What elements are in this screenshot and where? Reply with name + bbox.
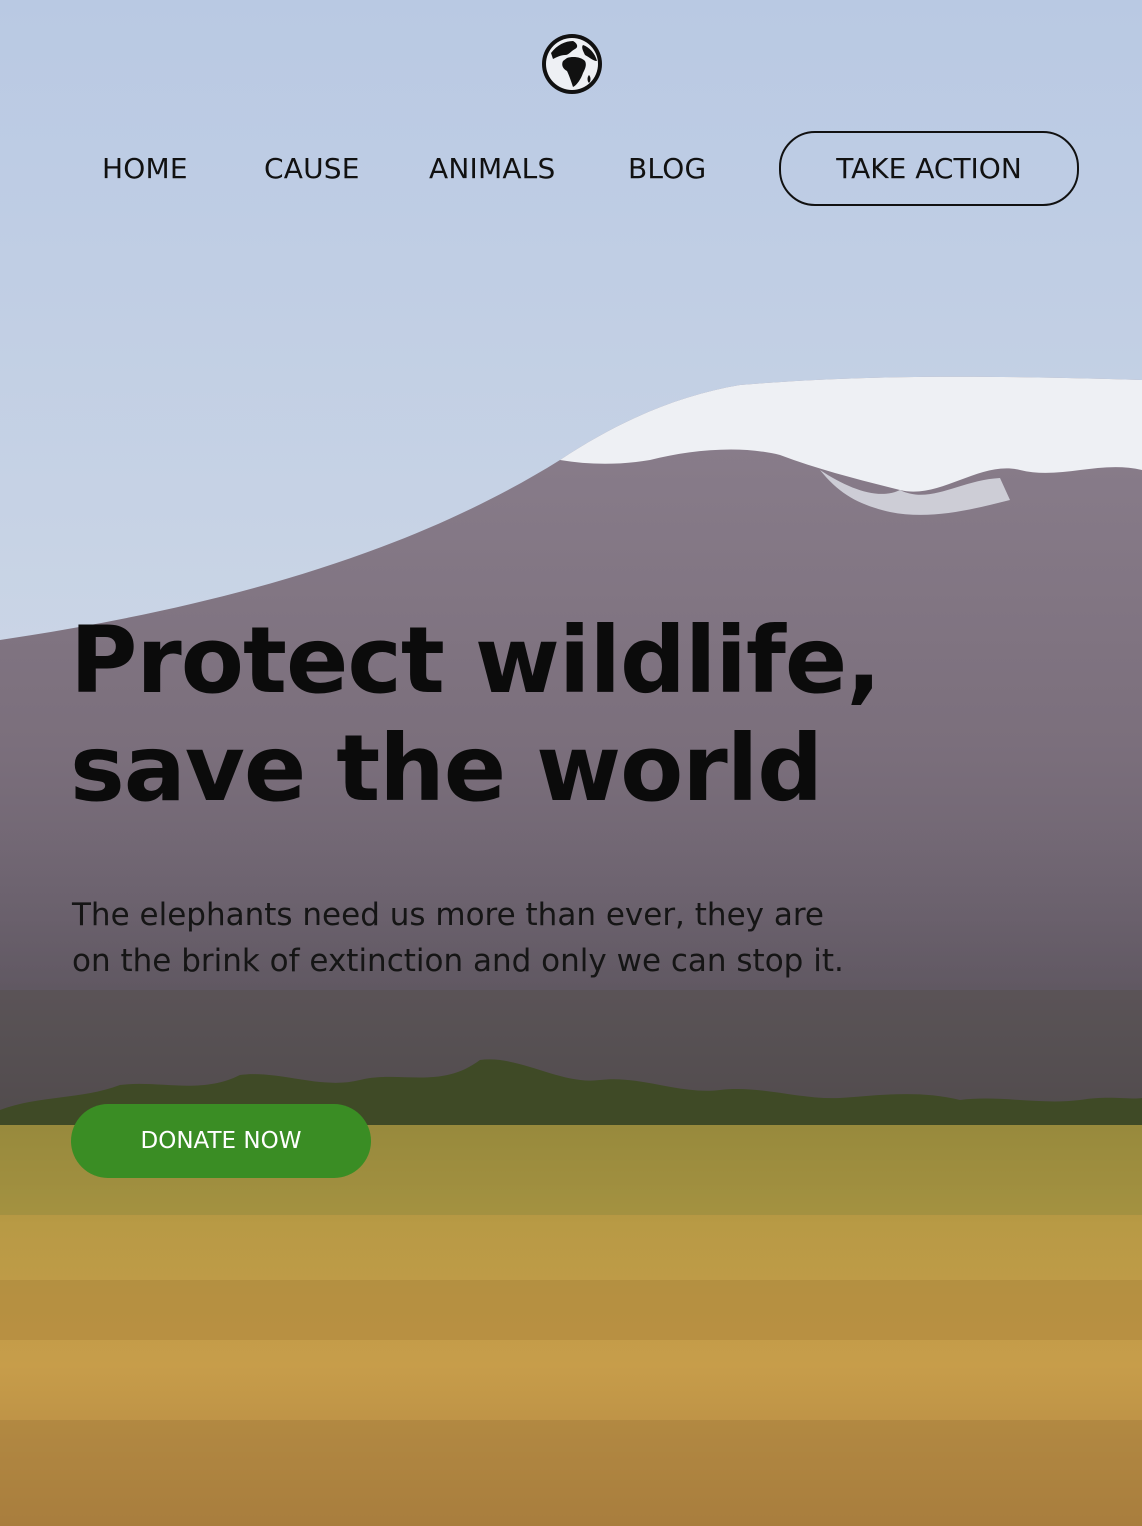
main-navigation: HOME CAUSE ANIMALS BLOG TAKE ACTION (0, 131, 1142, 206)
nav-link-blog[interactable]: BLOG (628, 131, 706, 206)
hero-subtext-line-2: on the brink of extinction and only we c… (72, 943, 844, 979)
hero-headline-line-2: save the world (70, 715, 823, 822)
nav-link-home[interactable]: HOME (102, 131, 188, 206)
donate-now-button[interactable]: DONATE NOW (71, 1104, 371, 1178)
take-action-button[interactable]: TAKE ACTION (779, 131, 1079, 206)
nav-link-animals[interactable]: ANIMALS (429, 131, 555, 206)
hero-subtext: The elephants need us more than ever, th… (72, 892, 952, 984)
nav-link-cause[interactable]: CAUSE (264, 131, 360, 206)
hero-headline: Protect wildlife, save the world (70, 607, 1070, 823)
hero-headline-line-1: Protect wildlife, (70, 607, 881, 714)
hero-subtext-line-1: The elephants need us more than ever, th… (72, 897, 824, 933)
hero-section: HOME CAUSE ANIMALS BLOG TAKE ACTION Prot… (0, 0, 1142, 1526)
globe-africa-icon[interactable] (539, 31, 605, 97)
